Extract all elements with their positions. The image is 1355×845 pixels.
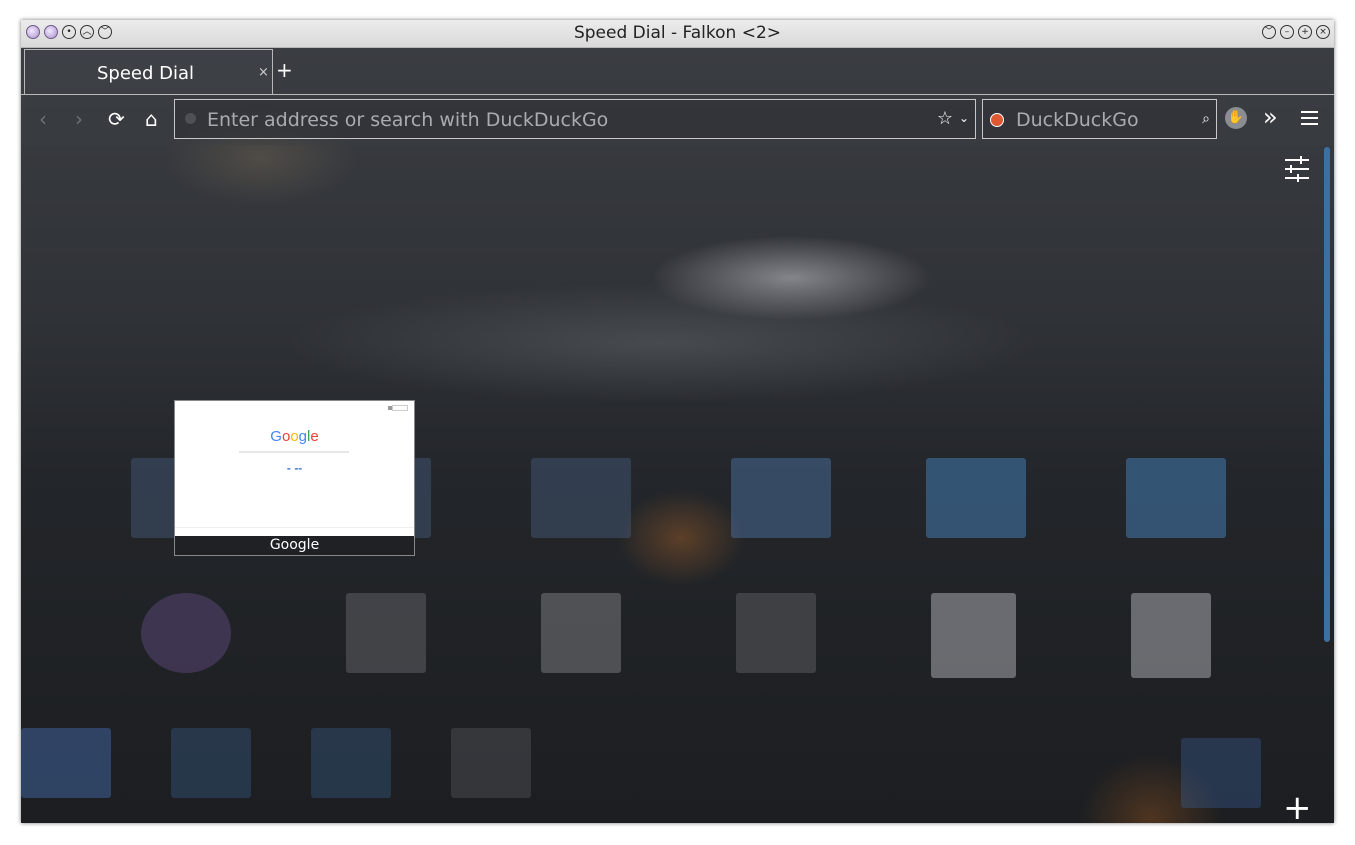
tab-speed-dial[interactable]: Speed Dial × bbox=[24, 49, 273, 94]
thumbnail-search-box bbox=[239, 451, 349, 453]
shade-icon[interactable]: ﹀ bbox=[1262, 25, 1276, 39]
thumbnail-footer bbox=[175, 527, 414, 528]
speed-dial-settings-icon[interactable] bbox=[1285, 156, 1309, 186]
site-info-icon[interactable] bbox=[185, 113, 196, 124]
tab-bar: Speed Dial × + bbox=[21, 48, 1334, 94]
close-icon[interactable]: × bbox=[1316, 25, 1330, 39]
maximize-icon[interactable]: + bbox=[1298, 25, 1312, 39]
back-icon[interactable]: ‹ bbox=[39, 109, 47, 129]
address-placeholder: Enter address or search with DuckDuckGo bbox=[207, 109, 609, 131]
scrollbar-thumb[interactable] bbox=[1324, 147, 1330, 642]
new-tab-button[interactable]: + bbox=[276, 58, 293, 82]
minimize-icon[interactable]: – bbox=[1280, 25, 1294, 39]
window-titlebar[interactable]: • ︿ ﹀ Speed Dial - Falkon <2> ﹀ – + × bbox=[21, 20, 1334, 48]
forward-icon[interactable]: › bbox=[75, 109, 83, 129]
chevron-down-icon[interactable]: ⌄ bbox=[959, 111, 969, 125]
add-speed-dial-button[interactable]: + bbox=[1283, 791, 1312, 823]
speed-dial-page: Google ▬ ▬▬ Google + bbox=[21, 145, 1334, 823]
tab-close-icon[interactable]: × bbox=[258, 65, 269, 80]
titlebar-right-buttons: ﹀ – + × bbox=[1262, 25, 1330, 39]
tab-label: Speed Dial bbox=[97, 63, 195, 84]
thumbnail-buttons: ▬ ▬▬ bbox=[286, 466, 303, 471]
browser-window: • ︿ ﹀ Speed Dial - Falkon <2> ﹀ – + × Sp… bbox=[21, 20, 1334, 823]
tile-thumbnail: Google ▬ ▬▬ bbox=[175, 401, 414, 536]
window-title: Speed Dial - Falkon <2> bbox=[573, 23, 782, 43]
address-bar[interactable]: Enter address or search with DuckDuckGo … bbox=[174, 99, 976, 139]
tile-title: Google bbox=[269, 537, 320, 553]
bookmark-star-icon[interactable]: ☆ bbox=[937, 108, 953, 129]
reload-icon[interactable]: ⟳ bbox=[108, 109, 125, 129]
adblock-icon[interactable]: ✋ bbox=[1225, 107, 1247, 129]
speed-dial-tile-google[interactable]: Google ▬ ▬▬ Google bbox=[174, 400, 415, 556]
google-logo: Google bbox=[270, 428, 319, 445]
scrollbar[interactable] bbox=[1324, 147, 1330, 819]
toolbar-overflow-icon[interactable]: » bbox=[1263, 105, 1278, 129]
main-menu-icon[interactable] bbox=[1301, 111, 1318, 129]
home-icon[interactable]: ⌂ bbox=[145, 109, 158, 129]
search-icon[interactable]: ⌕ bbox=[1202, 111, 1210, 127]
duckduckgo-icon[interactable] bbox=[990, 113, 1004, 127]
navigation-toolbar: ‹ › ⟳ ⌂ Enter address or search with Duc… bbox=[21, 94, 1334, 145]
search-placeholder: DuckDuckGo bbox=[1016, 109, 1139, 131]
sign-in-icon bbox=[392, 405, 408, 411]
search-bar[interactable]: DuckDuckGo ⌕ bbox=[982, 99, 1217, 139]
